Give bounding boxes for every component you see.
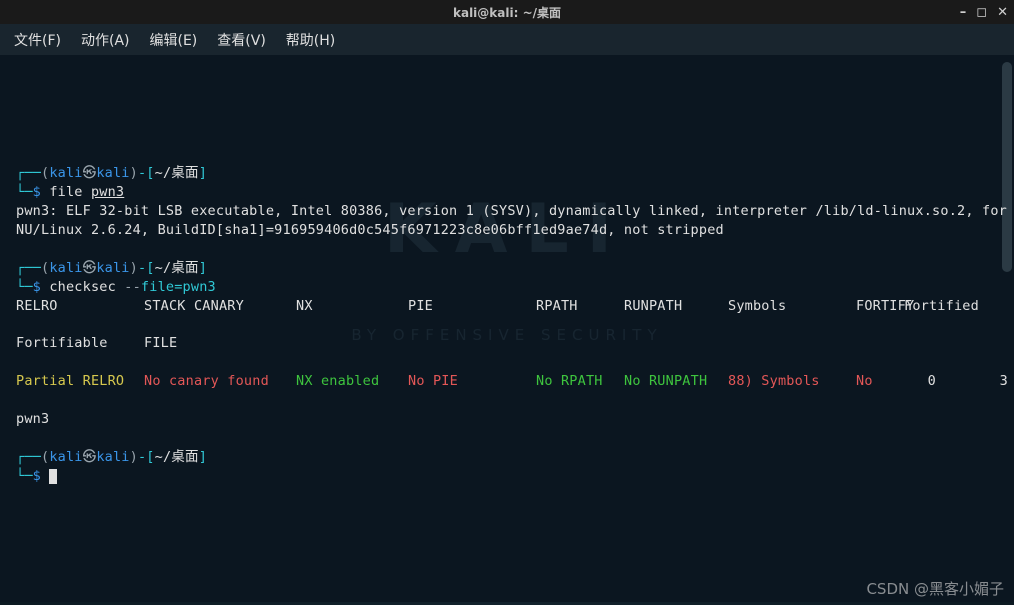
val-filename: pwn3 — [16, 411, 49, 427]
cursor-block — [49, 469, 57, 484]
val-relro: Partial RELRO — [16, 372, 144, 391]
p2-dollar: $ — [33, 279, 41, 295]
window-controls: – ◻ ✕ — [960, 6, 1008, 19]
hdr-fortify: FORTIFY — [856, 297, 904, 316]
menu-bar: 文件(F) 动作(A) 编辑(E) 查看(V) 帮助(H) — [0, 24, 1014, 56]
window-title: kali@kali: ~/桌面 — [453, 4, 561, 21]
minimize-button[interactable]: – — [960, 6, 967, 19]
p-bracket-close: ] — [199, 165, 207, 181]
p2-user: kali — [49, 260, 82, 276]
terminal-area[interactable]: KALI BY OFFENSIVE SECURITY ┌──(kali㉿kali… — [0, 56, 1014, 605]
val-pie: No PIE — [408, 372, 536, 391]
p3-dollar: $ — [33, 468, 41, 484]
hdr-pie: PIE — [408, 297, 536, 316]
hdr-fortified: Fortified — [904, 297, 960, 316]
watermark-text: CSDN @黑客小媚子 — [866, 578, 1004, 599]
terminal-content: ┌──(kali㉿kali)-[~/桌面] └─$ file pwn3 pwn3… — [16, 146, 998, 505]
out1-l2: NU/Linux 2.6.24, BuildID[sha1]=916959406… — [16, 222, 724, 238]
p2-bo: -[ — [138, 260, 155, 276]
cmd1-arg: pwn3 — [91, 184, 124, 200]
p3-skull: ㉿ — [83, 449, 97, 465]
vertical-scrollbar[interactable] — [1002, 62, 1012, 272]
menu-action[interactable]: 动作(A) — [81, 30, 130, 50]
val-fortify: No — [856, 372, 904, 391]
p2-host: kali — [96, 260, 129, 276]
p-skull: ㉿ — [83, 165, 97, 181]
val-runpath: No RUNPATH — [624, 372, 728, 391]
maximize-button[interactable]: ◻ — [976, 6, 987, 19]
p2-bc: ] — [199, 260, 207, 276]
p-path: ~/桌面 — [155, 165, 199, 181]
p3-host: kali — [96, 449, 129, 465]
window-titlebar: kali@kali: ~/桌面 – ◻ ✕ — [0, 0, 1014, 24]
hdr-rpath: RPATH — [536, 297, 624, 316]
hdr-nx: NX — [296, 297, 408, 316]
menu-file[interactable]: 文件(F) — [14, 30, 61, 50]
menu-view[interactable]: 查看(V) — [217, 30, 266, 50]
cmd2-dash: -- — [124, 279, 141, 295]
hdr-canary: STACK CANARY — [144, 297, 296, 316]
hdr-fortifiable: Fortifiable — [16, 334, 144, 353]
menu-help[interactable]: 帮助(H) — [286, 30, 335, 50]
hdr-symbols: Symbols — [728, 297, 856, 316]
p-bracket-open: -[ — [138, 165, 155, 181]
cmd2-flag: file=pwn3 — [141, 279, 216, 295]
hdr-file: FILE — [144, 334, 296, 353]
p-close: ) — [130, 165, 138, 181]
p-user: kali — [49, 165, 82, 181]
p-host: kali — [96, 165, 129, 181]
p2-close: ) — [130, 260, 138, 276]
out1-l1: pwn3: ELF 32-bit LSB executable, Intel 8… — [16, 203, 1014, 219]
hdr-relro: RELRO — [16, 297, 144, 316]
val-symbols: 88) Symbols — [728, 372, 856, 391]
p3-user: kali — [49, 449, 82, 465]
p3-path: ~/桌面 — [155, 449, 199, 465]
p3-bc: ] — [199, 449, 207, 465]
close-button[interactable]: ✕ — [997, 6, 1008, 19]
p-dollar: $ — [33, 184, 41, 200]
val-nx: NX enabled — [296, 372, 408, 391]
cmd1-bin: file — [49, 184, 82, 200]
p3-close: ) — [130, 449, 138, 465]
val-fortifiable-tail: 3 — [936, 372, 1008, 391]
menu-edit[interactable]: 编辑(E) — [150, 30, 198, 50]
p2-skull: ㉿ — [83, 260, 97, 276]
hdr-runpath: RUNPATH — [624, 297, 728, 316]
p2-path: ~/桌面 — [155, 260, 199, 276]
val-fortified: 0 — [904, 372, 936, 391]
cmd2-bin: checksec — [49, 279, 116, 295]
p3-bo: -[ — [138, 449, 155, 465]
val-canary: No canary found — [144, 372, 296, 391]
val-rpath: No RPATH — [536, 372, 624, 391]
